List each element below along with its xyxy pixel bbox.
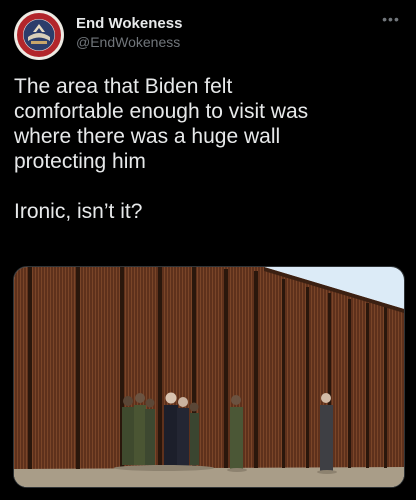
avatar[interactable] (14, 10, 64, 60)
tweet-photo[interactable] (13, 266, 405, 488)
ellipsis-icon[interactable]: ••• (380, 12, 402, 30)
tweet-text: The area that Biden felt comfortable eno… (14, 75, 309, 223)
display-name[interactable]: End Wokeness (76, 14, 182, 33)
photo-border-wall-icon (14, 267, 404, 487)
user-handle[interactable]: @EndWokeness (76, 33, 182, 52)
circular-badge-logo-icon (15, 11, 63, 59)
tweet-header: End Wokeness @EndWokeness ••• (14, 10, 404, 62)
